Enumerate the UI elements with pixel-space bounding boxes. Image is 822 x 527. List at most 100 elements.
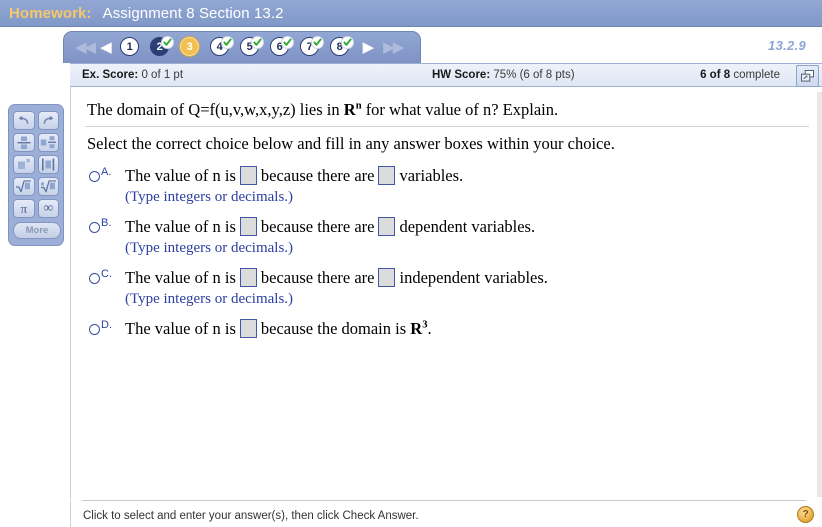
- answer-choice-list: A. The value of n is because there are var…: [89, 165, 789, 347]
- choice-b-text-2: because there are: [260, 216, 375, 236]
- answer-box-c1[interactable]: [239, 267, 257, 287]
- absolute-value-icon[interactable]: [37, 155, 59, 174]
- homework-score-value: 75% (6 of 8 pts): [493, 69, 575, 81]
- answer-box-d1[interactable]: [239, 318, 257, 338]
- answer-box-a1[interactable]: [239, 166, 257, 185]
- pop-out-window-icon[interactable]: [796, 65, 819, 87]
- instruction-prompt: Select the correct choice below and fill…: [87, 134, 615, 153]
- answer-choice-c[interactable]: C. The value of n is because there are ind…: [89, 267, 789, 310]
- correct-check-icon: [220, 35, 234, 49]
- correct-check-icon: [250, 35, 264, 49]
- exercise-player-window: Homework: Assignment 8 Section 13.2 13.2…: [0, 0, 822, 527]
- choice-text-c: The value of n is because there are indepe…: [125, 267, 548, 310]
- choice-text-b: The value of n is because there are depend…: [125, 216, 535, 259]
- choice-b-hint: (Type integers or decimals.): [125, 240, 294, 257]
- choice-letter-d: D.: [101, 318, 112, 331]
- correct-check-icon: [160, 35, 174, 49]
- radio-button-b[interactable]: [89, 221, 100, 233]
- homework-label: Homework:: [9, 4, 92, 22]
- infinity-icon[interactable]: ∞: [37, 199, 59, 218]
- question-circle-3[interactable]: 3: [180, 37, 200, 56]
- choice-b-text-3: dependent variables.: [399, 216, 536, 236]
- question-circle-1[interactable]: 1: [120, 37, 140, 56]
- vertical-scrollbar[interactable]: [817, 92, 822, 497]
- pi-icon[interactable]: π: [13, 199, 35, 218]
- choice-c-text-3: independent variables.: [399, 267, 548, 287]
- choice-a-hint: (Type integers or decimals.): [125, 189, 294, 206]
- choice-text-a: The value of n is because there are variab…: [125, 165, 463, 208]
- homework-score-label: HW Score:: [432, 69, 491, 81]
- previous-question-arrow-icon[interactable]: ◀: [100, 40, 112, 55]
- answer-box-b2[interactable]: [378, 216, 396, 236]
- question-nav-item[interactable]: 6: [266, 35, 294, 61]
- mixed-number-icon[interactable]: [37, 133, 59, 152]
- answer-choice-d[interactable]: D. The value of n is because the domain i…: [89, 318, 789, 339]
- radio-button-c[interactable]: [89, 272, 100, 284]
- undo-icon[interactable]: [13, 111, 35, 130]
- choice-c-hint: (Type integers or decimals.): [125, 291, 294, 308]
- question-nav-item[interactable]: 2: [146, 35, 174, 61]
- question-nav-item[interactable]: 5: [236, 35, 264, 61]
- next-question-arrow-icon[interactable]: ▶: [363, 40, 375, 55]
- radio-button-a[interactable]: [89, 171, 100, 182]
- choice-d-r-symbol: R: [410, 318, 423, 338]
- question-stem: The domain of Q=f(u,v,w,x,y,z) lies in R…: [87, 100, 558, 120]
- correct-check-icon: [280, 35, 294, 49]
- question-navigation-bar: ◀◀ ◀ 1 2 3 4 5 6 7 8 ▶ ▶▶: [63, 31, 421, 63]
- question-panel: The domain of Q=f(u,v,w,x,y,z) lies in R…: [70, 87, 822, 500]
- score-bar: Ex. Score: 0 of 1 pt HW Score: 75% (6 of…: [70, 63, 822, 87]
- question-nav-item[interactable]: 4: [206, 35, 234, 61]
- radio-button-d[interactable]: [89, 323, 100, 335]
- exercise-score: Ex. Score: 0 of 1 pt: [82, 69, 183, 81]
- left-gutter: [0, 27, 70, 527]
- homework-score: HW Score: 75% (6 of 8 pts): [432, 69, 575, 81]
- correct-check-icon: [310, 35, 324, 49]
- window-title-bar: Homework: Assignment 8 Section 13.2: [0, 0, 822, 27]
- math-palette: π ∞ More: [8, 104, 64, 246]
- choice-a-text-3: variables.: [399, 166, 464, 185]
- stem-text-2: f(u,v,w,x,y,z) lies in: [209, 100, 340, 119]
- footer-bar: Click to select and enter your answer(s)…: [70, 501, 822, 527]
- exponent-icon[interactable]: [13, 155, 35, 174]
- help-question-icon[interactable]: ?: [797, 506, 814, 523]
- question-nav-item[interactable]: 7: [296, 35, 324, 61]
- choice-d-text-2: because the domain is: [260, 318, 407, 338]
- first-question-arrow-icon[interactable]: ◀◀: [75, 40, 96, 55]
- choice-b-text-1: The value of n is: [125, 216, 236, 236]
- choice-c-text-2: because there are: [260, 267, 375, 287]
- fraction-icon[interactable]: [13, 133, 35, 152]
- stem-exponent: n: [355, 100, 362, 112]
- choice-d-text-1: The value of n is: [125, 318, 236, 338]
- nth-root-icon[interactable]: [37, 177, 59, 196]
- exercise-id: 13.2.9: [768, 38, 806, 53]
- answer-box-c2[interactable]: [378, 267, 396, 287]
- choice-a-text-2: because there are: [260, 166, 375, 185]
- redo-icon[interactable]: [37, 111, 59, 130]
- last-question-arrow-icon[interactable]: ▶▶: [383, 40, 404, 55]
- choice-text-d: The value of n is because the domain is R…: [125, 318, 432, 339]
- correct-check-icon: [340, 35, 354, 49]
- assignment-title: Assignment 8 Section 13.2: [102, 4, 284, 22]
- question-nav-item[interactable]: 1: [116, 35, 144, 61]
- question-nav-item[interactable]: 8: [326, 35, 354, 61]
- question-nav-item[interactable]: 3: [176, 35, 204, 61]
- exercise-score-value: 0 of 1 pt: [141, 69, 184, 81]
- completion-count: 6 of 8: [700, 69, 731, 81]
- completion-label: complete: [733, 69, 780, 81]
- stem-text-1: The domain of Q: [87, 100, 201, 119]
- choice-letter-c: C.: [101, 267, 112, 280]
- footer-message: Click to select and enter your answer(s)…: [83, 510, 419, 522]
- stem-r-symbol: R: [343, 100, 356, 119]
- stem-divider: [85, 126, 809, 127]
- answer-choice-a[interactable]: A. The value of n is because there are var…: [89, 165, 789, 208]
- answer-box-a2[interactable]: [378, 166, 396, 185]
- answer-choice-b[interactable]: B. The value of n is because there are dep…: [89, 216, 789, 259]
- square-root-icon[interactable]: [13, 177, 35, 196]
- stem-text-3: for what value of n? Explain.: [365, 100, 559, 119]
- choice-c-text-1: The value of n is: [125, 267, 236, 287]
- completion-status: 6 of 8 complete: [700, 69, 780, 81]
- more-button[interactable]: More: [13, 222, 61, 239]
- choice-letter-b: B.: [101, 216, 112, 229]
- answer-box-b1[interactable]: [239, 216, 257, 236]
- choice-letter-a: A.: [101, 166, 112, 178]
